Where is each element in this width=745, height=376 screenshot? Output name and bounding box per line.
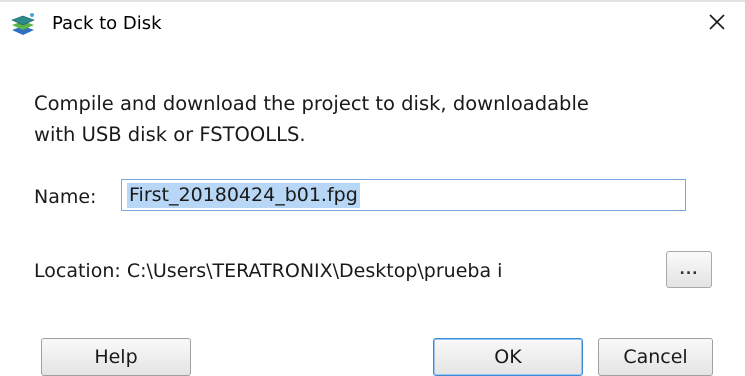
- help-button-label: Help: [94, 346, 138, 368]
- description-line-1: Compile and download the project to disk…: [34, 92, 589, 115]
- stacked-layers-app-icon: [10, 12, 36, 38]
- ok-button[interactable]: OK: [433, 338, 583, 376]
- browse-button[interactable]: ...: [666, 251, 712, 288]
- title-bar[interactable]: Pack to Disk: [0, 2, 745, 46]
- cancel-button[interactable]: Cancel: [598, 338, 713, 376]
- close-icon: [707, 12, 727, 36]
- browse-button-label: ...: [679, 261, 699, 278]
- cancel-button-label: Cancel: [623, 346, 688, 368]
- pack-to-disk-dialog: Pack to Disk Compile and download the pr…: [0, 0, 745, 376]
- location-label: Location:: [34, 260, 127, 282]
- location-row: Location: C:\Users\TERATRONIX\Desktop\pr…: [34, 259, 664, 283]
- help-button[interactable]: Help: [41, 338, 191, 376]
- ok-button-label: OK: [494, 346, 522, 368]
- description-text: Compile and download the project to disk…: [34, 88, 724, 150]
- description-line-2: with USB disk or FSTOOLLS.: [34, 123, 306, 146]
- name-input[interactable]: First_20180424_b01.fpg: [121, 179, 686, 211]
- name-label: Name:: [34, 186, 97, 208]
- close-button[interactable]: [697, 4, 737, 44]
- name-input-value: First_20180424_b01.fpg: [127, 183, 360, 208]
- window-title: Pack to Disk: [52, 13, 162, 34]
- location-path: C:\Users\TERATRONIX\Desktop\prueba i: [126, 260, 503, 282]
